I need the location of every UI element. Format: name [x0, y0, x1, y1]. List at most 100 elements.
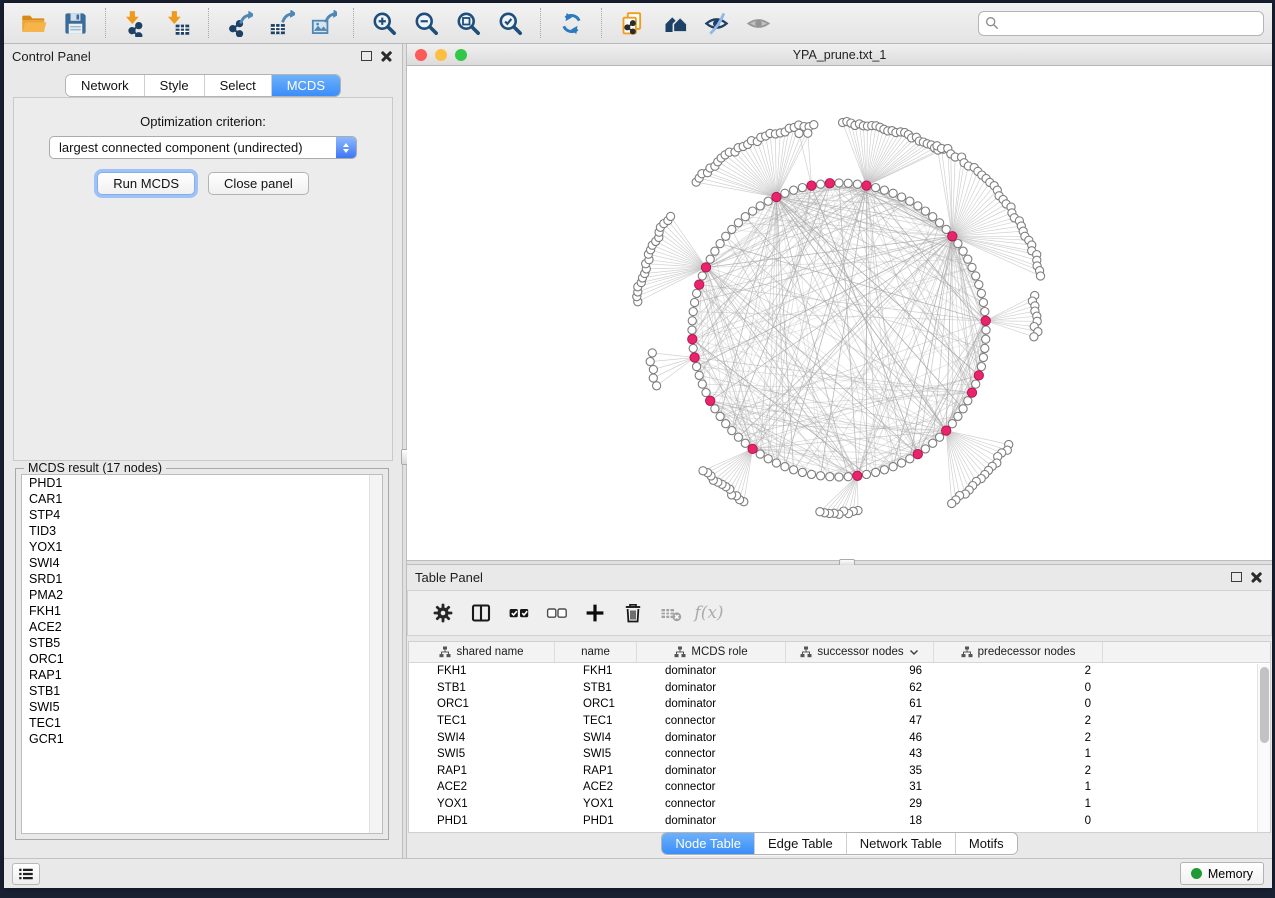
mcds-result-item[interactable]: SWI4 — [22, 555, 382, 571]
mcds-result-item[interactable]: SRD1 — [22, 571, 382, 587]
table-row[interactable]: YOX1YOX1connector291 — [409, 796, 1270, 813]
tab-edge-table[interactable]: Edge Table — [754, 833, 846, 854]
table-row[interactable]: TEC1TEC1connector472 — [409, 713, 1270, 730]
mcds-node[interactable] — [974, 371, 983, 380]
column-header-MCDS-role[interactable]: MCDS role — [637, 642, 786, 662]
mcds-result-item[interactable]: FKH1 — [22, 603, 382, 619]
mcds-result-item[interactable]: TEC1 — [22, 715, 382, 731]
table-row[interactable]: SWI5SWI5connector431 — [409, 746, 1270, 763]
table-row[interactable]: RAP1RAP1dominator352 — [409, 763, 1270, 780]
column-header-name[interactable]: name — [555, 642, 637, 662]
cell-name: FKH1 — [555, 665, 637, 677]
mcds-result-item[interactable]: PHD1 — [22, 475, 382, 491]
tab-network[interactable]: Network — [66, 75, 144, 96]
import-table-button[interactable] — [157, 6, 199, 40]
save-session-button[interactable] — [54, 6, 96, 40]
table-options-button[interactable] — [424, 595, 462, 631]
delete-column-button[interactable] — [614, 595, 652, 631]
zoom-in-button[interactable] — [363, 6, 405, 40]
window-maximize-icon[interactable] — [455, 49, 467, 61]
mcds-node[interactable] — [807, 181, 816, 190]
mcds-node[interactable] — [688, 335, 697, 344]
column-header-shared-name[interactable]: shared name — [409, 642, 555, 662]
column-header-successor-nodes[interactable]: successor nodes — [786, 642, 934, 662]
tab-style[interactable]: Style — [144, 75, 204, 96]
run-mcds-button[interactable]: Run MCDS — [97, 172, 195, 195]
mcds-result-item[interactable]: STP4 — [22, 507, 382, 523]
table-row[interactable]: SWI4SWI4dominator462 — [409, 729, 1270, 746]
import-network-button[interactable] — [115, 6, 157, 40]
mcds-node[interactable] — [942, 426, 951, 435]
memory-button[interactable]: Memory — [1180, 862, 1264, 885]
tab-select[interactable]: Select — [204, 75, 271, 96]
open-session-button[interactable] — [12, 6, 54, 40]
mcds-result-item[interactable]: ACE2 — [22, 619, 382, 635]
table-scrollbar[interactable] — [1257, 664, 1270, 832]
table-row[interactable]: ORC1ORC1dominator610 — [409, 696, 1270, 713]
float-panel-icon[interactable] — [1231, 572, 1242, 582]
mcds-node[interactable] — [690, 353, 699, 362]
mcds-result-item[interactable]: CAR1 — [22, 491, 382, 507]
mcds-node[interactable] — [967, 388, 976, 397]
tab-node-table[interactable]: Node Table — [662, 833, 754, 854]
deselect-all-button[interactable] — [538, 595, 576, 631]
optimization-criterion-select[interactable]: largest connected component (undirected) — [49, 136, 357, 159]
hide-selected-button[interactable] — [695, 6, 737, 40]
close-panel-icon[interactable] — [1251, 571, 1264, 584]
mcds-node[interactable] — [772, 192, 781, 201]
mcds-result-item[interactable]: TID3 — [22, 523, 382, 539]
mcds-result-item[interactable]: STB5 — [22, 635, 382, 651]
zoom-fit-button[interactable] — [447, 6, 489, 40]
show-column-button[interactable] — [462, 595, 500, 631]
tab-network-table[interactable]: Network Table — [846, 833, 955, 854]
table-row[interactable]: FKH1FKH1dominator962 — [409, 663, 1270, 680]
tab-motifs[interactable]: Motifs — [955, 833, 1017, 854]
leaf-node — [649, 374, 657, 382]
mcds-node[interactable] — [862, 181, 871, 190]
mcds-node[interactable] — [853, 471, 862, 480]
mcds-result-item[interactable]: PMA2 — [22, 587, 382, 603]
select-all-button[interactable] — [500, 595, 538, 631]
mcds-node[interactable] — [748, 444, 757, 453]
mcds-result-item[interactable]: YOX1 — [22, 539, 382, 555]
show-hidden-button — [737, 6, 779, 40]
update-view-button[interactable] — [550, 6, 592, 40]
close-panel-icon[interactable] — [381, 50, 394, 63]
table-row[interactable]: PHD1PHD1dominator180 — [409, 812, 1270, 829]
task-history-button[interactable] — [12, 863, 40, 885]
mcds-node[interactable] — [701, 263, 710, 272]
first-neighbors-button[interactable] — [653, 6, 695, 40]
toolbar-separator — [601, 8, 602, 38]
mcds-result-item[interactable]: SWI5 — [22, 699, 382, 715]
search-input[interactable] — [1004, 16, 1257, 31]
mcds-node[interactable] — [948, 232, 957, 241]
mcds-result-item[interactable]: STB1 — [22, 683, 382, 699]
clone-network-button[interactable] — [611, 6, 653, 40]
zoom-out-button[interactable] — [405, 6, 447, 40]
mcds-node[interactable] — [706, 396, 715, 405]
mcds-result-item[interactable]: RAP1 — [22, 667, 382, 683]
mcds-list-scrollbar[interactable] — [369, 475, 382, 833]
zoom-selected-button[interactable] — [489, 6, 531, 40]
mcds-node[interactable] — [913, 449, 922, 458]
export-image-button[interactable] — [302, 6, 344, 40]
close-panel-button[interactable]: Close panel — [208, 172, 309, 195]
column-header-predecessor-nodes[interactable]: predecessor nodes — [934, 642, 1103, 662]
window-minimize-icon[interactable] — [435, 49, 447, 61]
network-canvas[interactable] — [407, 66, 1272, 560]
mcds-result-item[interactable]: GCR1 — [22, 731, 382, 747]
float-panel-icon[interactable] — [361, 51, 372, 61]
create-column-button[interactable] — [576, 595, 614, 631]
tab-mcds[interactable]: MCDS — [271, 75, 340, 96]
export-table-button[interactable] — [260, 6, 302, 40]
table-row[interactable]: STB1STB1dominator620 — [409, 680, 1270, 697]
mcds-node[interactable] — [981, 316, 990, 325]
table-row[interactable]: ACE2ACE2connector311 — [409, 779, 1270, 796]
network-node — [959, 247, 967, 255]
mcds-result-item[interactable]: ORC1 — [22, 651, 382, 667]
export-network-button[interactable] — [218, 6, 260, 40]
scrollbar-thumb[interactable] — [1260, 667, 1269, 743]
mcds-node[interactable] — [825, 179, 834, 188]
mcds-node[interactable] — [695, 280, 704, 289]
window-close-icon[interactable] — [415, 49, 427, 61]
